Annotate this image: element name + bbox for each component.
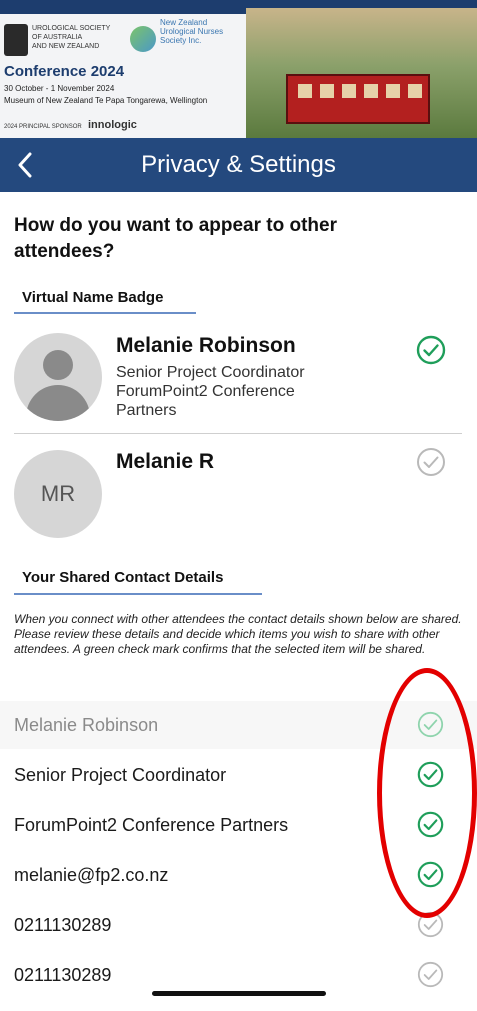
conference-title: Conference 2024 xyxy=(4,63,125,80)
annotation-highlight-oval xyxy=(377,668,477,918)
nurses-society-logo xyxy=(130,26,156,52)
badge-company-cont: Partners xyxy=(116,402,177,419)
tram-window xyxy=(386,84,400,98)
cable-car-photo xyxy=(246,8,477,138)
badge-job-title: Senior Project Coordinator xyxy=(116,364,305,381)
contact-item-phone[interactable]: 0211130289 xyxy=(0,901,477,949)
section-underline xyxy=(14,312,196,314)
avatar-initials: MR xyxy=(14,450,102,538)
conference-banner: UROLOGICAL SOCIETY OF AUSTRALIA AND NEW … xyxy=(0,0,477,138)
check-circle-icon[interactable] xyxy=(416,447,446,477)
sharing-explanation: When you connect with other attendees th… xyxy=(14,612,462,656)
name-badge-section-title: Virtual Name Badge xyxy=(22,289,164,306)
tram-window xyxy=(342,84,356,98)
badge-name: Melanie Robinson xyxy=(116,334,296,357)
society-name: UROLOGICAL SOCIETY OF AUSTRALIA AND NEW … xyxy=(32,24,122,51)
navigation-bar: Privacy & Settings xyxy=(0,138,477,192)
contact-section-title: Your Shared Contact Details xyxy=(22,569,224,586)
tram-window xyxy=(320,84,334,98)
chevron-left-icon xyxy=(18,152,32,178)
badge-company: ForumPoint2 Conference xyxy=(116,383,295,400)
sponsor-logo: innologic xyxy=(88,119,137,131)
society-line2: OF AUSTRALIA xyxy=(32,34,83,41)
society-crest-icon xyxy=(4,24,28,56)
nurses-line3: Society Inc. xyxy=(160,36,202,45)
home-indicator xyxy=(152,991,326,996)
appearance-question: How do you want to appear to other atten… xyxy=(14,215,337,262)
nurses-line2: Urological Nurses xyxy=(160,27,224,36)
tram-window xyxy=(408,84,422,98)
check-circle-icon[interactable] xyxy=(417,961,444,988)
nurses-society-name: New Zealand Urological Nurses Society In… xyxy=(160,18,244,45)
back-button[interactable] xyxy=(10,138,40,192)
conference-dates: 30 October - 1 November 2024 xyxy=(4,84,115,93)
nurses-line1: New Zealand xyxy=(160,18,208,27)
check-circle-icon[interactable] xyxy=(416,335,446,365)
sponsor-label: 2024 PRINCIPAL SPONSOR xyxy=(4,124,82,130)
cable-car-image xyxy=(286,74,430,124)
contact-item-label: 0211130289 xyxy=(14,915,112,935)
tram-window xyxy=(364,84,378,98)
contact-item-label: Senior Project Coordinator xyxy=(14,765,227,785)
conference-venue: Museum of New Zealand Te Papa Tongarewa,… xyxy=(4,96,208,105)
page-title: Privacy & Settings xyxy=(141,151,336,178)
tram-window xyxy=(298,84,312,98)
contact-item-label: melanie@fp2.co.nz xyxy=(14,865,169,885)
society-line3: AND NEW ZEALAND xyxy=(32,43,100,50)
section-underline xyxy=(14,593,262,595)
contact-item-label: Melanie Robinson xyxy=(14,715,159,735)
person-icon xyxy=(43,350,73,380)
badge-divider xyxy=(14,433,462,434)
contact-item-label: 0211130289 xyxy=(14,965,112,985)
person-body xyxy=(26,385,90,421)
society-line1: UROLOGICAL SOCIETY xyxy=(32,25,111,32)
badge-name-short: Melanie R xyxy=(116,450,215,473)
contact-item-label: ForumPoint2 Conference Partners xyxy=(14,815,289,835)
avatar xyxy=(14,333,102,421)
